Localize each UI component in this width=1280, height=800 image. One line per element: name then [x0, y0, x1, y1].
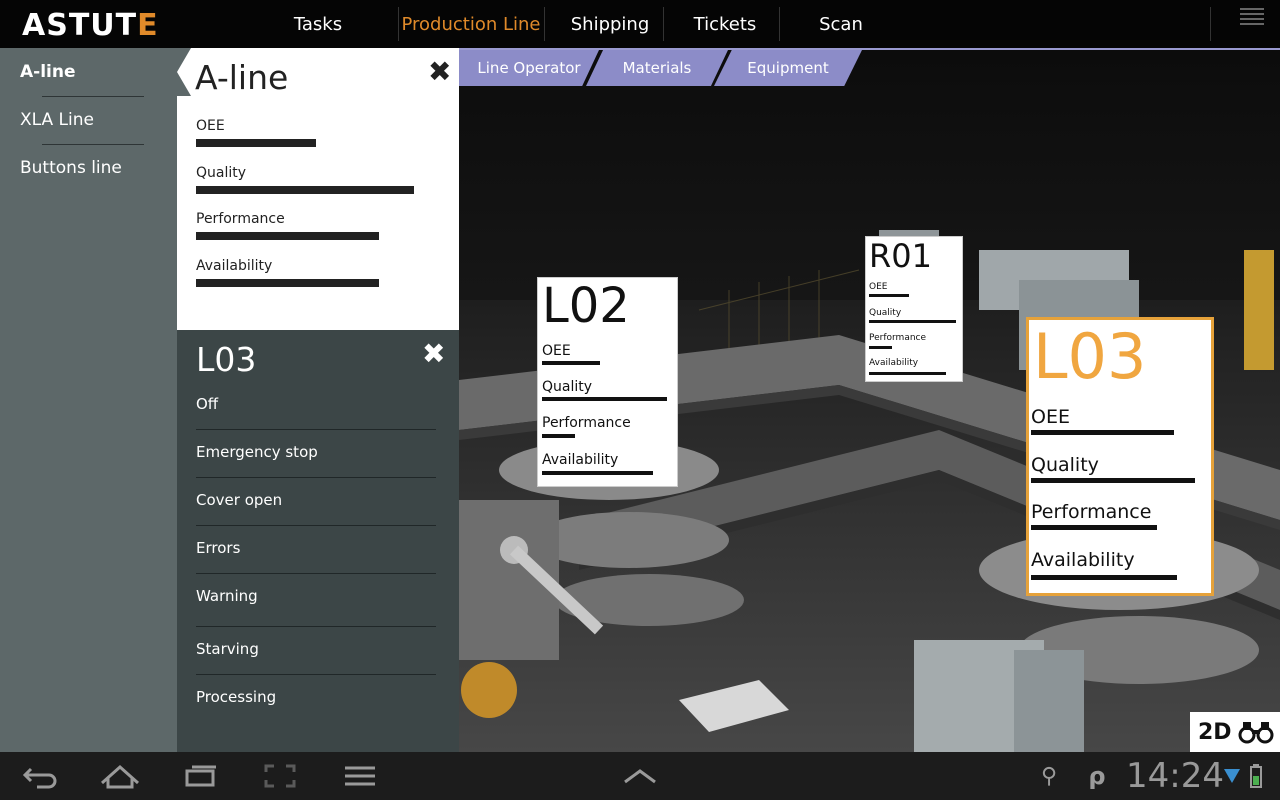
chevron-up-icon[interactable]: [620, 752, 660, 800]
card-metric-bar: [542, 471, 653, 475]
p-icon: ρ: [1088, 762, 1106, 790]
status-divider: [196, 674, 436, 675]
nav-separator: [1210, 7, 1211, 41]
sidebar-item-xla-line[interactable]: XLA Line: [20, 110, 94, 130]
view-2d-label: 2D: [1198, 719, 1232, 745]
clock: 14:24: [1126, 756, 1224, 796]
card-metric-label: OEE: [542, 343, 571, 359]
sidebar-item-buttons-line[interactable]: Buttons line: [20, 158, 122, 178]
status-divider: [196, 429, 436, 430]
card-metric-label: Quality: [1031, 454, 1099, 476]
card-metric-label: Performance: [1031, 501, 1152, 523]
card-metric-bar: [1031, 478, 1195, 483]
app-logo: ASTUTE: [22, 8, 159, 43]
recent-apps-icon[interactable]: [180, 752, 222, 800]
metric-bar-quality: [196, 186, 414, 194]
card-title: L02: [542, 278, 630, 334]
nav-tasks[interactable]: Tasks: [270, 0, 366, 48]
sidebar-item-a-line[interactable]: A-line: [20, 62, 76, 82]
card-metric-label: OEE: [1031, 406, 1070, 428]
status-divider: [196, 477, 436, 478]
tab-equipment[interactable]: Equipment: [714, 50, 862, 86]
status-divider: [196, 525, 436, 526]
back-icon[interactable]: [20, 752, 60, 800]
status-panel-title: L03: [196, 340, 257, 379]
card-metric-bar: [1031, 525, 1157, 530]
card-title: R01: [869, 237, 932, 275]
card-title: L03: [1033, 320, 1147, 393]
view-2d-toggle[interactable]: 2D: [1190, 712, 1280, 752]
close-icon[interactable]: ✖: [428, 58, 451, 86]
nav-separator: [779, 7, 780, 41]
metric-label-performance: Performance: [196, 211, 285, 227]
panel-pointer: [177, 48, 191, 72]
card-metric-label: OEE: [869, 282, 888, 292]
metric-label-availability: Availability: [196, 258, 273, 274]
nav-separator: [663, 7, 664, 41]
card-metric-label: Availability: [869, 358, 919, 368]
status-item-emergency-stop[interactable]: Emergency stop: [196, 443, 318, 461]
home-icon[interactable]: [98, 752, 142, 800]
status-item-cover-open[interactable]: Cover open: [196, 491, 282, 509]
nav-separator: [544, 7, 545, 41]
sidebar: [0, 48, 177, 752]
card-metric-bar: [1031, 575, 1177, 580]
binoculars-icon: [1238, 722, 1274, 744]
nav-production-line[interactable]: Production Line: [400, 0, 542, 48]
menu-icon[interactable]: [342, 752, 378, 800]
card-metric-bar: [542, 397, 667, 401]
metric-bar-availability: [196, 279, 379, 287]
card-metric-bar: [869, 294, 909, 297]
card-metric-bar: [542, 361, 600, 365]
machine-card-r01[interactable]: R01 OEE Quality Performance Availability: [865, 236, 963, 382]
card-metric-bar: [869, 346, 892, 349]
card-metric-label: Performance: [542, 415, 631, 431]
nav-tickets[interactable]: Tickets: [676, 0, 774, 48]
card-metric-label: Availability: [1031, 549, 1135, 571]
wifi-icon: [1222, 752, 1242, 800]
usb-icon: ⚲: [1040, 763, 1058, 789]
nav-shipping[interactable]: Shipping: [560, 0, 660, 48]
sidebar-divider: [42, 96, 144, 97]
status-divider: [196, 573, 436, 574]
overflow-menu-icon[interactable]: [1240, 8, 1264, 30]
screenshot-icon[interactable]: [262, 752, 298, 800]
machine-card-l02[interactable]: L02 OEE Quality Performance Availability: [537, 277, 678, 487]
sidebar-divider: [42, 144, 144, 145]
status-divider: [196, 626, 436, 627]
metric-label-oee: OEE: [196, 118, 225, 134]
tab-materials[interactable]: Materials: [586, 50, 728, 86]
metric-bar-performance: [196, 232, 379, 240]
line-panel-title: A-line: [195, 58, 289, 97]
card-metric-bar: [542, 434, 575, 438]
machine-card-l03[interactable]: L03 OEE Quality Performance Availability: [1026, 317, 1214, 596]
card-metric-label: Performance: [869, 333, 927, 343]
card-metric-label: Quality: [869, 308, 902, 318]
tab-line-operator[interactable]: Line Operator: [459, 50, 599, 86]
status-item-off[interactable]: Off: [196, 395, 218, 413]
card-metric-label: Quality: [542, 379, 593, 395]
status-item-errors[interactable]: Errors: [196, 539, 240, 557]
status-item-starving[interactable]: Starving: [196, 640, 259, 658]
card-metric-bar: [1031, 430, 1174, 435]
status-item-warning[interactable]: Warning: [196, 587, 258, 605]
card-metric-label: Availability: [542, 452, 619, 468]
nav-scan[interactable]: Scan: [796, 0, 886, 48]
metric-bar-oee: [196, 139, 316, 147]
panel-pointer: [177, 72, 191, 96]
metric-label-quality: Quality: [196, 165, 247, 181]
card-metric-bar: [869, 372, 946, 375]
battery-icon: [1248, 752, 1264, 800]
status-item-processing[interactable]: Processing: [196, 688, 276, 706]
card-metric-bar: [869, 320, 956, 323]
nav-separator: [398, 7, 399, 41]
close-icon[interactable]: ✖: [422, 340, 445, 368]
